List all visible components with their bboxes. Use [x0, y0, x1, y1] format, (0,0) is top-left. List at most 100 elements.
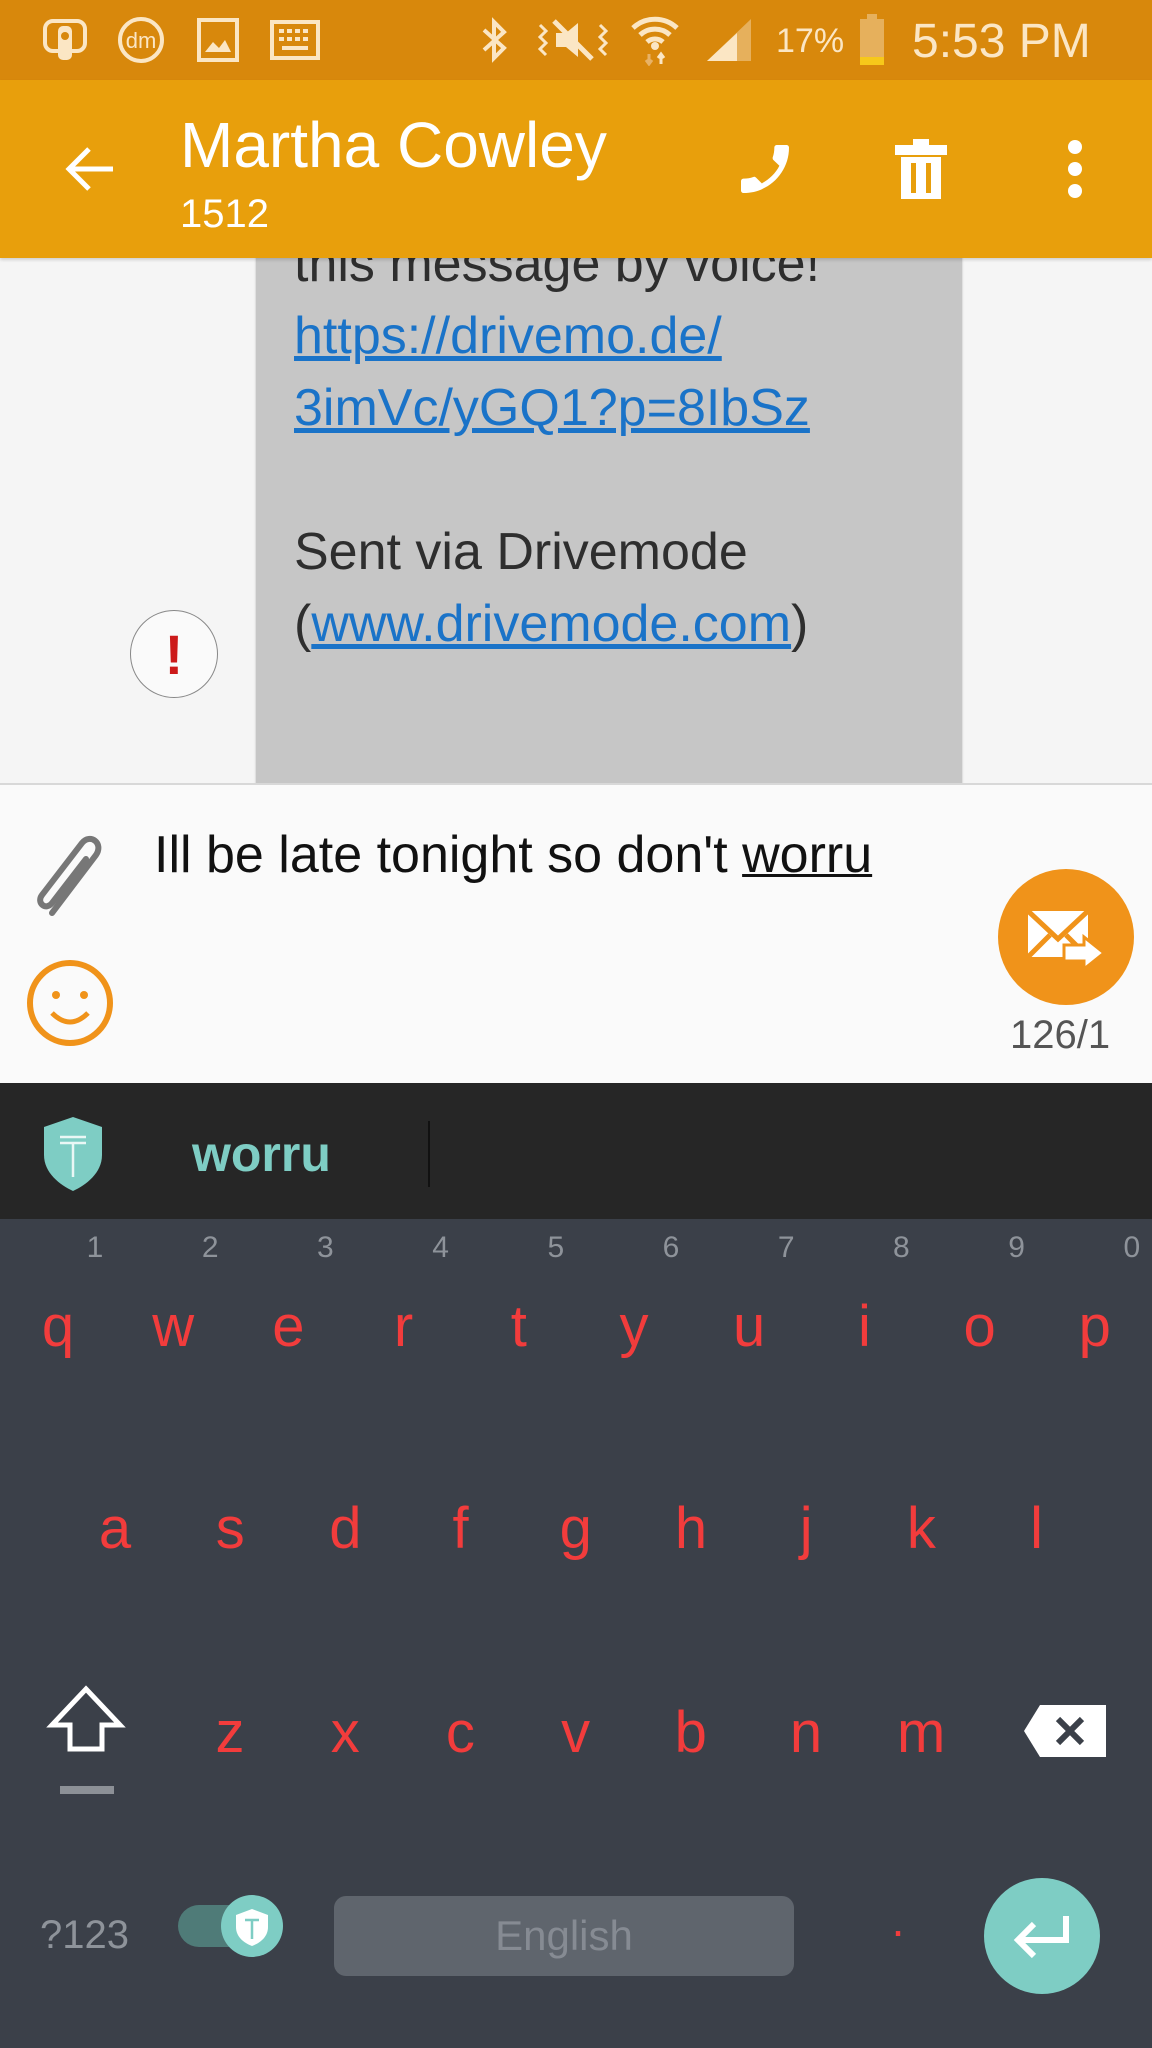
key-z[interactable]: z	[190, 1699, 270, 1766]
send-mms-icon	[1026, 909, 1107, 969]
shift-arrow-icon	[46, 1685, 126, 1752]
send-button[interactable]	[998, 869, 1134, 1005]
shield-icon	[44, 1117, 102, 1191]
more-vertical-icon	[1068, 140, 1082, 198]
contact-name: Martha Cowley	[180, 109, 607, 181]
backspace-key[interactable]	[1022, 1701, 1108, 1766]
delete-button[interactable]	[876, 124, 966, 214]
message-link-line-1[interactable]: https://drivemo.de/	[294, 300, 722, 372]
key-h[interactable]: h	[651, 1495, 731, 1562]
key-n[interactable]: n	[766, 1699, 846, 1766]
status-bar: dm 17% 5:53 PM	[0, 0, 1152, 80]
message-signature: (www.drivemode.com)	[294, 588, 808, 660]
key-f[interactable]: f	[421, 1495, 501, 1562]
key-s[interactable]: s	[190, 1495, 270, 1562]
key-p[interactable]: p	[1055, 1293, 1135, 1360]
suggestion-divider	[428, 1121, 430, 1187]
smiley-icon	[27, 960, 113, 1046]
error-glyph: !	[164, 622, 184, 686]
shift-indicator	[60, 1786, 114, 1794]
drivemode-link[interactable]: www.drivemode.com	[311, 595, 791, 653]
key-e[interactable]: e	[248, 1293, 328, 1360]
space-key[interactable]: English	[334, 1896, 794, 1976]
number-hint-3: 3	[317, 1231, 334, 1264]
key-y[interactable]: y	[594, 1293, 674, 1360]
clock: 5:53 PM	[912, 15, 1091, 68]
composer: Ill be late tonight so don't worru 126/1	[0, 783, 1152, 1085]
key-v[interactable]: v	[536, 1699, 616, 1766]
send-failed-icon[interactable]: !	[130, 610, 218, 698]
signal-icon	[704, 18, 754, 62]
paren-open: (	[294, 595, 312, 653]
message-input[interactable]: Ill be late tonight so don't worru	[154, 825, 872, 885]
keyboard-theme-toggle[interactable]	[176, 1891, 286, 1966]
attach-button[interactable]	[30, 829, 110, 924]
key-k[interactable]: k	[881, 1495, 961, 1562]
keyboard-logo-button[interactable]	[40, 1115, 106, 1198]
backspace-icon	[1024, 1705, 1106, 1757]
suggestion-bar: worru	[0, 1083, 1152, 1219]
message-thread: this message by voice! https://drivemo.d…	[0, 258, 1152, 783]
bluetooth-icon	[478, 17, 512, 63]
key-i[interactable]: i	[824, 1293, 904, 1360]
key-x[interactable]: x	[305, 1699, 385, 1766]
number-hint-4: 4	[432, 1231, 449, 1264]
key-q[interactable]: q	[18, 1293, 98, 1360]
message-sent-via: Sent via Drivemode	[294, 523, 748, 581]
svg-text:dm: dm	[126, 28, 157, 53]
number-hint-1: 1	[86, 1231, 104, 1264]
key-w[interactable]: w	[133, 1293, 213, 1360]
wifi-icon	[628, 16, 682, 66]
enter-arrow-icon	[1013, 1916, 1069, 1959]
key-o[interactable]: o	[940, 1293, 1020, 1360]
app-bar: Martha Cowley 1512	[0, 80, 1152, 258]
paren-close: )	[791, 595, 809, 653]
suggestion-word[interactable]: worru	[192, 1125, 331, 1183]
back-button[interactable]	[46, 124, 136, 214]
number-hint-8: 8	[893, 1231, 910, 1264]
keyboard-icon	[270, 18, 320, 62]
remote-app-icon	[40, 18, 90, 62]
mute-vibrate-icon	[536, 18, 610, 62]
message-link-line-2[interactable]: 3imVc/yGQ1?p=8IbSz	[294, 372, 810, 444]
key-l[interactable]: l	[997, 1495, 1077, 1562]
number-hint-9: 9	[1008, 1231, 1025, 1264]
key-d[interactable]: d	[305, 1495, 385, 1562]
toggle-shield-icon	[178, 1895, 283, 1957]
space-key-label: English	[495, 1912, 633, 1959]
period-key[interactable]: .	[858, 1893, 938, 1947]
emoji-button[interactable]	[24, 957, 116, 1054]
key-m[interactable]: m	[881, 1699, 961, 1766]
message-input-composing-word: worru	[742, 826, 873, 884]
message-partial-line: this message by voice!	[294, 258, 821, 293]
number-hint-0: 0	[1123, 1231, 1141, 1264]
enter-key[interactable]	[984, 1878, 1100, 1994]
shift-key[interactable]	[46, 1683, 126, 1794]
paperclip-icon	[37, 835, 102, 916]
contact-number: 1512	[180, 192, 269, 236]
trash-icon	[895, 139, 947, 199]
number-hint-2: 2	[201, 1231, 219, 1264]
key-b[interactable]: b	[651, 1699, 731, 1766]
drivemode-icon: dm	[116, 17, 166, 63]
message-bubble[interactable]: this message by voice! https://drivemo.d…	[256, 258, 962, 783]
symbols-key[interactable]: ?123	[40, 1913, 129, 1958]
message-input-text: Ill be late tonight so don't	[154, 826, 743, 884]
key-r[interactable]: r	[364, 1293, 444, 1360]
call-button[interactable]	[720, 124, 810, 214]
number-hint-6: 6	[662, 1231, 680, 1264]
number-hint-7: 7	[777, 1231, 795, 1264]
key-u[interactable]: u	[709, 1293, 789, 1360]
number-hint-5: 5	[547, 1231, 565, 1264]
key-j[interactable]: j	[766, 1495, 846, 1562]
key-c[interactable]: c	[420, 1699, 500, 1766]
key-g[interactable]: g	[536, 1495, 616, 1562]
image-icon	[196, 18, 240, 62]
key-t[interactable]: t	[479, 1293, 559, 1360]
keyboard: worru 1 2 3 4 5 6 7 8 9 0 qwertyuiop asdfghjkl zx…	[0, 1083, 1152, 2048]
back-arrow-icon	[65, 147, 113, 191]
key-a[interactable]: a	[75, 1495, 155, 1562]
char-counter: 126/1	[1010, 1013, 1111, 1057]
more-options-button[interactable]	[1030, 124, 1120, 214]
battery-icon	[858, 14, 886, 65]
